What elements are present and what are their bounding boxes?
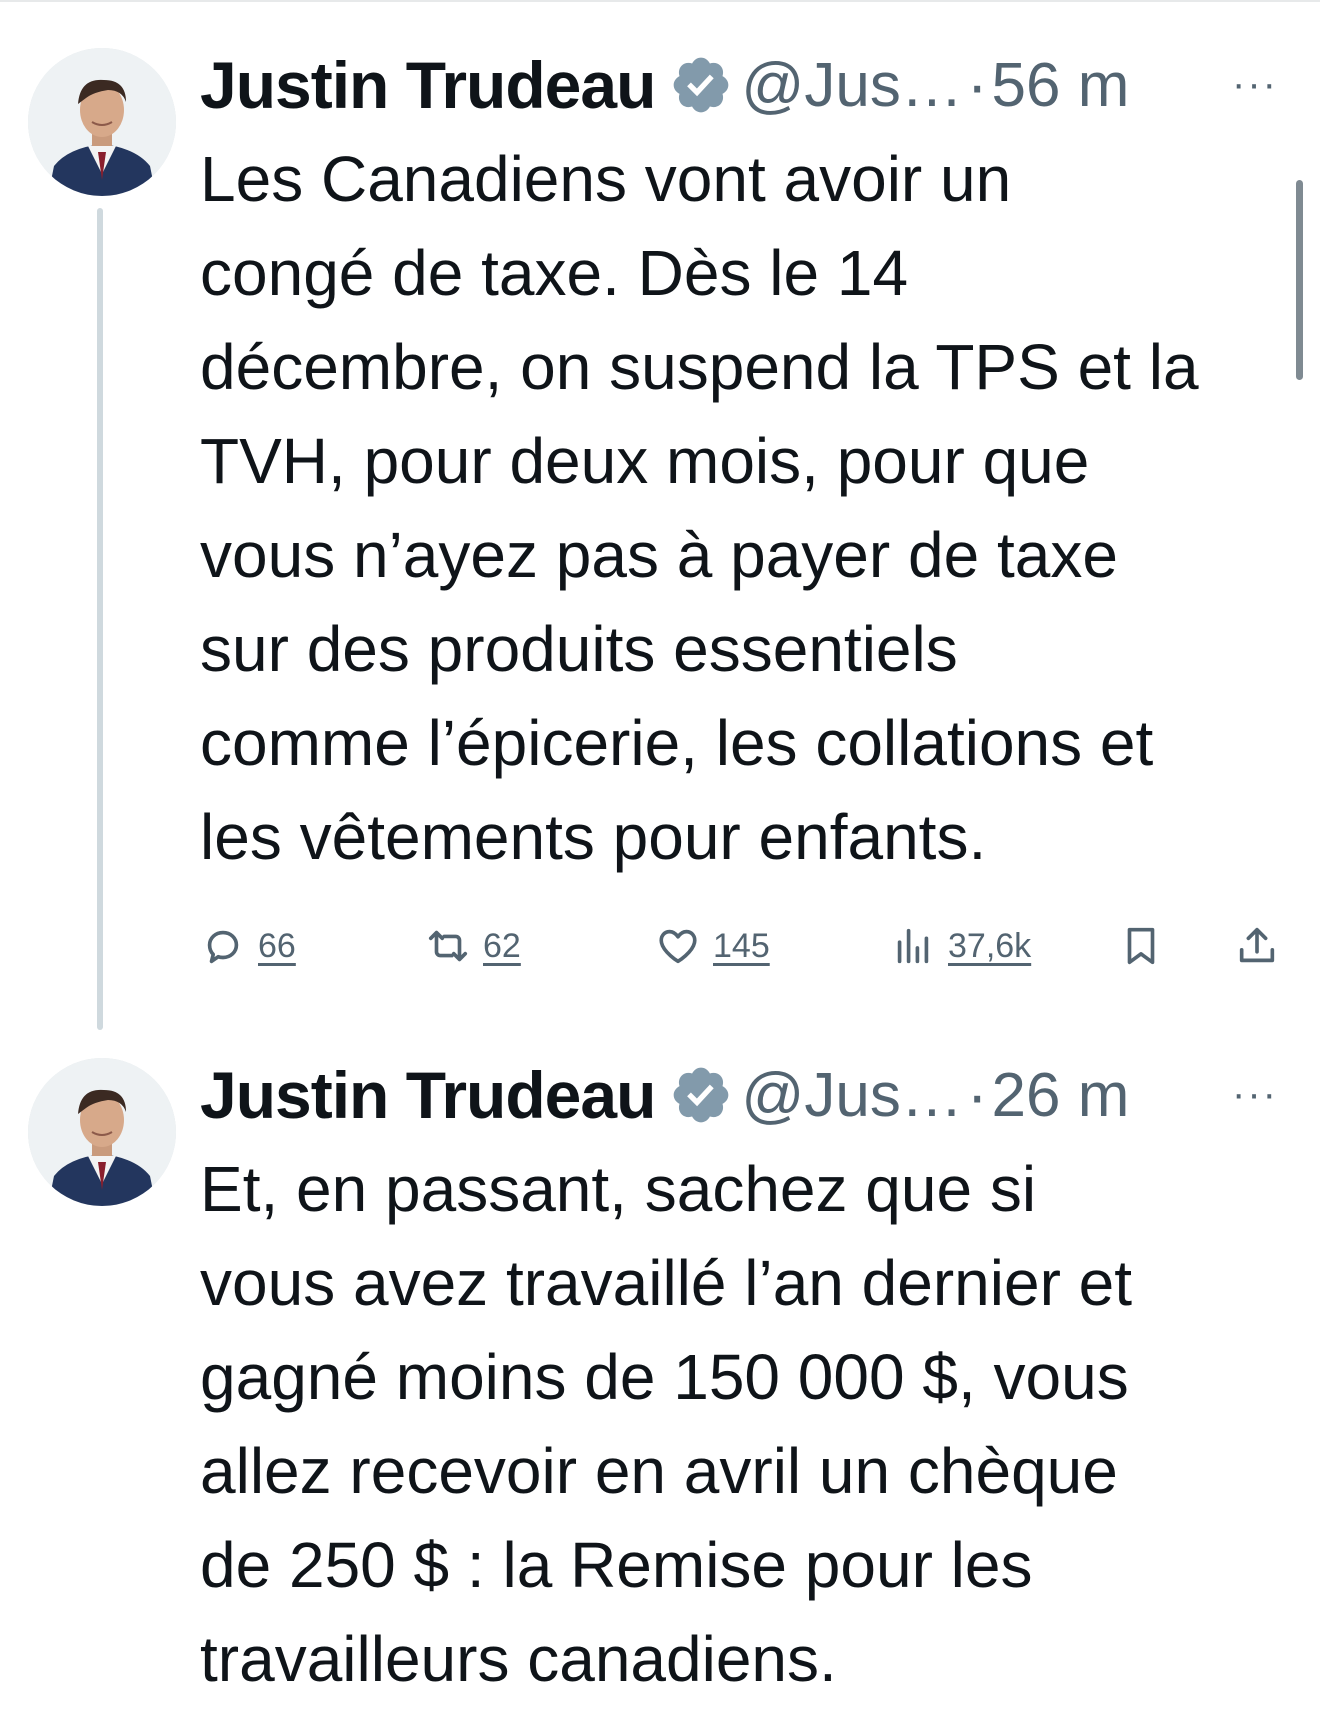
- more-dots-icon[interactable]: ···: [1232, 1072, 1278, 1117]
- tweet-card[interactable]: Justin Trudeau @Jus… · 26 m ··· Et, en p…: [0, 1050, 1320, 1710]
- avatar-image: [28, 1058, 176, 1206]
- author-name[interactable]: Justin Trudeau: [200, 1057, 656, 1133]
- thread-connector-line: [97, 208, 103, 1030]
- bookmark-icon: [1127, 927, 1155, 965]
- avatar-image: [28, 48, 176, 196]
- tweet-header: Justin Trudeau @Jus… · 26 m: [200, 1050, 1260, 1140]
- tweet-text: Et, en passant, sachez que si vous avez …: [200, 1153, 1133, 1695]
- bar-chart-icon: [897, 928, 929, 964]
- like-count: 145: [713, 926, 770, 965]
- verified-badge-icon[interactable]: [669, 1063, 733, 1127]
- verified-badge-icon[interactable]: [669, 53, 733, 117]
- retweet-count: 62: [483, 926, 521, 965]
- views-count: 37,6k: [948, 926, 1032, 965]
- separator-dot: ·: [966, 50, 988, 120]
- more-dots-icon[interactable]: ···: [1232, 62, 1278, 107]
- tweet-text: Les Canadiens vont avoir un congé de tax…: [200, 143, 1199, 873]
- tweet-header: Justin Trudeau @Jus… · 56 m: [200, 40, 1260, 130]
- top-divider: [0, 0, 1320, 2]
- author-handle[interactable]: @Jus…: [741, 1060, 962, 1131]
- bookmark-button[interactable]: [1118, 916, 1164, 976]
- timestamp[interactable]: 56 m: [992, 50, 1130, 121]
- avatar[interactable]: [28, 48, 176, 196]
- reply-button[interactable]: 66: [200, 916, 296, 976]
- timestamp[interactable]: 26 m: [992, 1060, 1130, 1131]
- avatar[interactable]: [28, 1058, 176, 1206]
- separator-dot: ·: [966, 1060, 988, 1130]
- share-button[interactable]: [1234, 916, 1280, 976]
- share-upload-icon: [1239, 927, 1275, 963]
- reply-count: 66: [258, 926, 296, 965]
- heart-icon: [659, 929, 697, 964]
- tweet-card[interactable]: Justin Trudeau @Jus… · 56 m ··· Les Cana…: [0, 40, 1320, 1030]
- scrollbar[interactable]: [1296, 180, 1303, 380]
- like-button[interactable]: 145: [655, 916, 770, 976]
- retweet-button[interactable]: 62: [425, 916, 521, 976]
- speech-bubble-icon: [207, 930, 239, 964]
- views-button[interactable]: 37,6k: [890, 916, 1031, 976]
- retweet-icon: [428, 930, 468, 962]
- author-name[interactable]: Justin Trudeau: [200, 47, 656, 123]
- tweet-actions: 66 62 145 37,6k: [200, 916, 1300, 976]
- author-handle[interactable]: @Jus…: [741, 50, 962, 121]
